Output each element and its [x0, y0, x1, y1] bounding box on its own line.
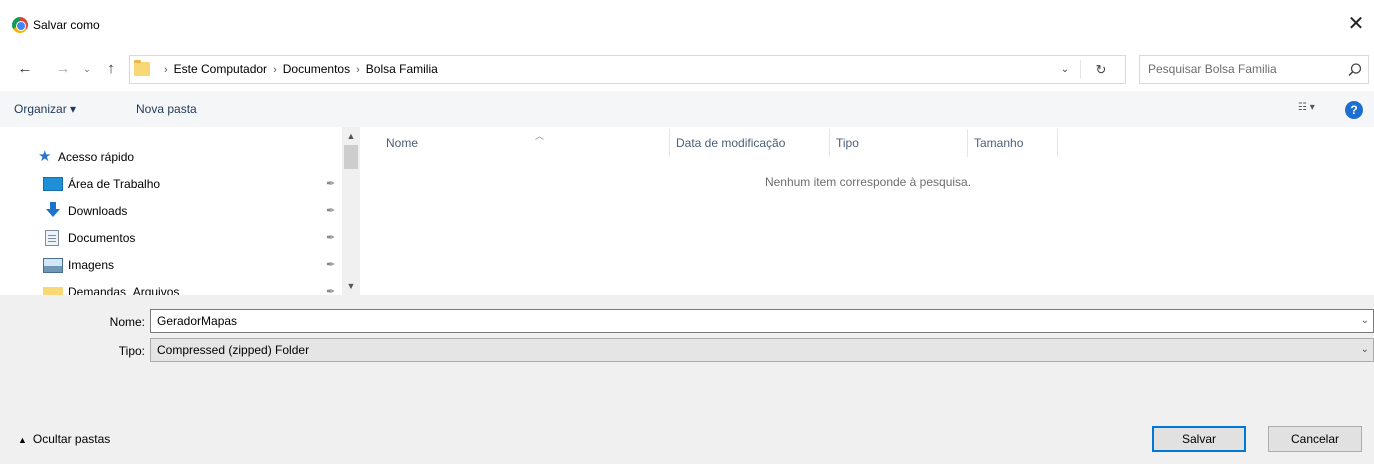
close-button[interactable]: ✕ [1338, 8, 1374, 40]
file-list: Nome ︿ Data de modificação Tipo Tamanho … [362, 127, 1374, 295]
title-bar: Salvar como ✕ [0, 0, 1374, 50]
navigation-bar: ← → ⌄ ↑ › Este Computador › Documentos › Bols… [0, 50, 1374, 88]
refresh-button[interactable]: ↻ [1089, 56, 1113, 83]
column-label: Nome [386, 136, 419, 150]
sidebar-item-label: Downloads [68, 204, 128, 218]
pin-icon[interactable]: ✒ [326, 225, 335, 252]
column-header-type[interactable]: Tipo [830, 129, 968, 157]
scrollbar-thumb[interactable] [344, 145, 358, 169]
file-type-value: Compressed (zipped) Folder [157, 343, 310, 357]
sidebar-scrollbar[interactable]: ▲ ▼ [342, 127, 360, 295]
scroll-down-icon[interactable]: ▼ [342, 279, 360, 293]
chrome-icon [12, 17, 28, 33]
downloads-icon [46, 202, 60, 217]
search-input[interactable]: Pesquisar Bolsa Familia [1139, 55, 1369, 84]
sidebar-item-quick-access[interactable]: ★ Acesso rápido [0, 144, 342, 171]
file-name-label: Nome: [109, 315, 145, 329]
navigation-pane: ★ Acesso rápido Área de Trabalho ✒ Downl… [0, 127, 360, 295]
up-button[interactable]: ↑ [100, 58, 122, 80]
folder-icon [43, 287, 63, 295]
empty-list-message: Nenhum item corresponde à pesquisa. [764, 175, 972, 189]
sidebar-item-demandas-arquivos[interactable]: Demandas_Arquivos ✒ [0, 279, 342, 295]
hide-folders-label: Ocultar pastas [32, 432, 111, 446]
sidebar-item-label: Área de Trabalho [68, 177, 161, 191]
save-form: Nome: GeradorMapas ⌄ Tipo: Compressed (z… [0, 295, 1374, 464]
back-button[interactable]: ← [14, 58, 36, 80]
breadcrumb-separator[interactable]: › [273, 64, 277, 76]
sidebar-item-documents[interactable]: Documentos ✒ [0, 225, 342, 252]
save-button[interactable]: Salvar [1152, 426, 1246, 452]
address-bar[interactable]: › Este Computador › Documentos › Bolsa Famili… [129, 55, 1126, 84]
hide-folders-button[interactable]: ▲ Ocultar pastas [18, 432, 110, 446]
sidebar-item-desktop[interactable]: Área de Trabalho ✒ [0, 171, 342, 198]
folder-icon [134, 60, 150, 76]
desktop-icon [43, 177, 63, 191]
help-icon[interactable]: ? [1345, 101, 1363, 119]
sidebar-item-label: Demandas_Arquivos [68, 285, 180, 295]
sort-ascending-icon: ︿ [535, 131, 545, 141]
column-header-date-modified[interactable]: Data de modificação [670, 129, 830, 157]
sidebar-item-label: Documentos [68, 231, 136, 245]
sidebar-item-downloads[interactable]: Downloads ✒ [0, 198, 342, 225]
file-name-field[interactable]: GeradorMapas ⌄ [150, 309, 1374, 333]
window-title: Salvar como [33, 18, 100, 32]
breadcrumb-este-computador[interactable]: Este Computador [174, 62, 267, 76]
search-placeholder: Pesquisar Bolsa Familia [1148, 62, 1277, 76]
pin-icon[interactable]: ✒ [326, 252, 335, 279]
breadcrumb-separator: › [164, 64, 168, 76]
breadcrumb-bolsa-familia[interactable]: Bolsa Familia [366, 62, 438, 76]
sidebar-item-label: Imagens [68, 258, 115, 272]
pin-icon[interactable]: ✒ [326, 279, 335, 295]
view-options-icon[interactable]: ☷ ▾ [1298, 102, 1328, 116]
chevron-down-icon[interactable]: ⌄ [1361, 339, 1369, 361]
breadcrumb: › Este Computador › Documentos › Bolsa Famili… [158, 56, 438, 83]
command-bar: Organizar ▾ Nova pasta ☷ ▾ ? [0, 91, 1374, 127]
search-icon[interactable] [1346, 61, 1364, 79]
pictures-icon [43, 258, 63, 273]
chevron-up-icon: ▲ [18, 435, 27, 445]
scroll-up-icon[interactable]: ▲ [342, 129, 360, 143]
forward-button[interactable]: → [52, 58, 74, 80]
sidebar-item-label: Acesso rápido [58, 150, 135, 164]
organize-button[interactable]: Organizar ▾ [14, 91, 76, 127]
column-header-size[interactable]: Tamanho [968, 129, 1058, 157]
file-name-value[interactable]: GeradorMapas [157, 310, 237, 332]
breadcrumb-separator[interactable]: › [356, 64, 360, 76]
star-icon: ★ [38, 148, 52, 165]
file-type-label: Tipo: [118, 344, 145, 358]
divider [1080, 60, 1081, 79]
documents-icon [45, 230, 59, 246]
recent-locations-button[interactable]: ⌄ [81, 58, 93, 80]
sidebar-item-pictures[interactable]: Imagens ✒ [0, 252, 342, 279]
file-type-select[interactable]: Compressed (zipped) Folder ⌄ [150, 338, 1374, 362]
pin-icon[interactable]: ✒ [326, 198, 335, 225]
pin-icon[interactable]: ✒ [326, 171, 335, 198]
column-header-name[interactable]: Nome ︿ [380, 129, 670, 157]
chevron-down-icon[interactable]: ⌄ [1053, 56, 1077, 83]
chevron-down-icon[interactable]: ⌄ [1361, 310, 1369, 332]
breadcrumb-documentos[interactable]: Documentos [283, 62, 350, 76]
cancel-button[interactable]: Cancelar [1268, 426, 1362, 452]
new-folder-button[interactable]: Nova pasta [136, 91, 197, 127]
